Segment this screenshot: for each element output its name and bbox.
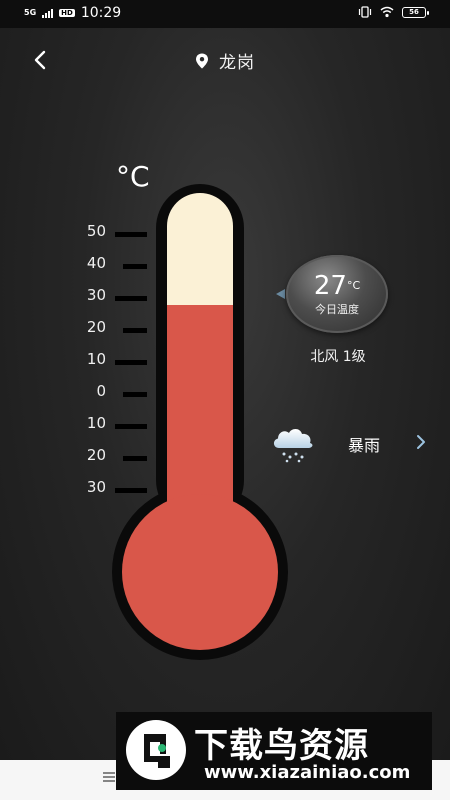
scale-label: 50 [86,222,106,240]
scale-tick-minor [123,456,147,461]
watermark-title: 下载鸟资源 [194,726,369,766]
thermometer-bulb [122,494,278,650]
screen: 5G HD 10:29 56 龙岗 °C 50 40 30 20 10 0 10… [0,0,450,800]
scale-tick-minor [123,328,147,333]
scale-tick-minor [123,392,147,397]
temperature-readout: 27°C [286,271,388,301]
bird-logo-icon [144,734,170,768]
rain-cloud-icon [273,429,313,463]
scale-label: 10 [86,414,106,432]
wind-info: 北风 1级 [310,349,366,365]
scale-tick-major [115,488,147,493]
chevron-right-icon [417,435,425,449]
temperature-value: 27 [313,271,347,301]
weather-condition-row[interactable]: 暴雨 [270,424,430,464]
watermark-url: www.xiazainiao.com [204,762,411,783]
temperature-caption: 今日温度 [315,303,359,316]
scale-label: 30 [86,286,106,304]
scale-tick-major [115,424,147,429]
temperature-bubble: 27°C 今日温度 [286,255,388,333]
scale-label: 0 [96,382,106,400]
scale-tick-major [115,360,147,365]
weather-condition: 暴雨 [348,436,381,455]
scale-label: 10 [86,350,106,368]
scale-tick-major [115,296,147,301]
scale-label: 40 [86,254,106,272]
bubble-pointer-icon [276,289,285,299]
scale-tick-minor [123,264,147,269]
scale-tick-major [115,232,147,237]
watermark: 下载鸟资源 www.xiazainiao.com [116,712,432,790]
watermark-logo [126,720,186,780]
scale-label: 20 [86,318,106,336]
menu-icon[interactable] [102,770,116,784]
temperature-unit: °C [346,279,361,292]
scale-label: 20 [86,446,106,464]
thermometer [112,184,288,660]
scale-label: 30 [86,478,106,496]
